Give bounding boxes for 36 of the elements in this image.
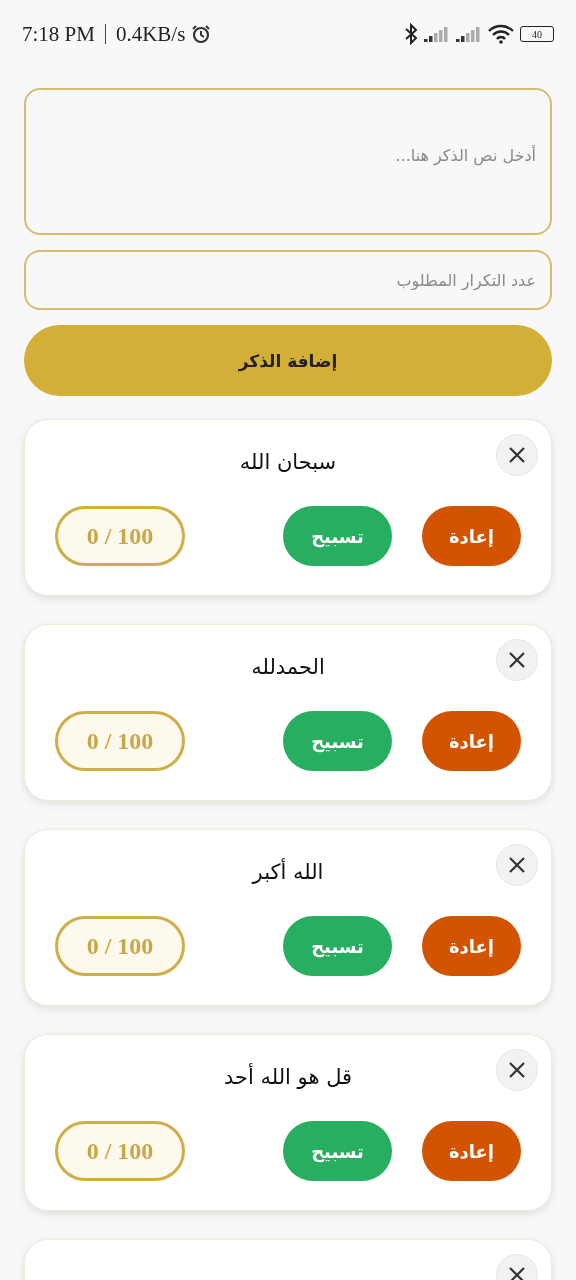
add-dhikr-button[interactable]: إضافة الذكر xyxy=(24,325,552,396)
close-icon xyxy=(508,446,526,464)
signal-icon xyxy=(424,26,450,42)
dhikr-title: سبحان الله xyxy=(239,450,337,476)
wifi-icon xyxy=(488,24,514,44)
close-button[interactable] xyxy=(496,1049,538,1091)
counter: 0 / 100 xyxy=(55,1121,185,1181)
dhikr-title: قل هو الله أحد xyxy=(223,1065,353,1091)
close-button[interactable] xyxy=(496,844,538,886)
reset-button[interactable]: إعادة xyxy=(422,506,521,566)
bluetooth-icon xyxy=(404,23,418,45)
count-button[interactable]: تسبيح xyxy=(283,1121,392,1181)
count-button[interactable]: تسبيح xyxy=(283,711,392,771)
close-button[interactable] xyxy=(496,639,538,681)
counter: 0 / 100 xyxy=(55,916,185,976)
alarm-clock-icon xyxy=(191,24,212,44)
close-icon xyxy=(508,1266,526,1280)
dhikr-title: الحمدلله xyxy=(251,655,325,681)
close-icon xyxy=(508,1061,526,1079)
close-button[interactable] xyxy=(496,434,538,476)
close-icon xyxy=(508,651,526,669)
counter: 0 / 100 xyxy=(55,506,185,566)
count-button[interactable]: تسبيح xyxy=(283,916,392,976)
dhikr-text-field[interactable]: أدخل نص الذكر هنا... xyxy=(24,88,552,235)
repeat-count-field[interactable]: عدد التكرار المطلوب xyxy=(24,250,552,310)
count-button[interactable]: تسبيح xyxy=(283,506,392,566)
counter: 0 / 100 xyxy=(55,711,185,771)
battery-icon: 40 xyxy=(520,26,554,42)
reset-button[interactable]: إعادة xyxy=(422,1121,521,1181)
reset-button[interactable]: إعادة xyxy=(422,711,521,771)
reset-button[interactable]: إعادة xyxy=(422,916,521,976)
close-icon xyxy=(508,856,526,874)
clock-time: 7:18 PM xyxy=(22,21,95,47)
dhikr-title: الله أكبر xyxy=(252,860,324,886)
signal-icon xyxy=(456,26,482,42)
network-speed: 0.4KB/s xyxy=(115,21,186,47)
